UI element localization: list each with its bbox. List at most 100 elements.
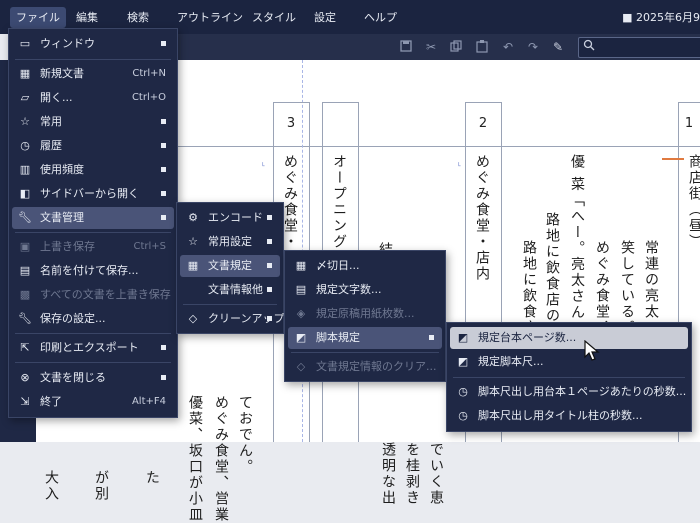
history-icon: ◷: [20, 139, 30, 152]
save-icon[interactable]: [398, 39, 414, 55]
wrench-icon: 🔧︎: [18, 312, 32, 325]
close-icon: ⊗: [20, 371, 30, 384]
menu-item-doc-rules[interactable]: ▦ 文書規定: [180, 255, 280, 277]
submenu-arrow: [161, 215, 166, 220]
caret-marker: [662, 158, 684, 160]
menu-settings[interactable]: 設定: [308, 7, 342, 28]
menu-separator: [15, 232, 171, 233]
counter-icon: ▤: [295, 283, 307, 296]
submenu-arrow: [161, 119, 166, 124]
menu-search[interactable]: 検索: [121, 7, 155, 28]
exit-icon: ⇲: [20, 395, 30, 408]
magnifier-icon: [583, 39, 595, 54]
menu-item-doc-management[interactable]: 🔧︎ 文書管理: [12, 207, 174, 229]
menu-item-exit[interactable]: ⇲ 終了 Alt+F4: [12, 391, 174, 413]
page-number: 2: [478, 116, 488, 131]
menu-item-deadline[interactable]: ▦ 〆切日...: [288, 255, 442, 277]
star-icon: ☆: [188, 235, 198, 248]
page-frame: [273, 102, 309, 103]
search-input[interactable]: [578, 37, 700, 58]
menu-item-favorites[interactable]: ☆ 常用: [12, 111, 174, 133]
menu-item-encode[interactable]: ⚙ エンコード: [180, 207, 280, 229]
wrench-icon: 🔧︎: [18, 211, 32, 224]
menu-separator: [15, 59, 171, 60]
menu-item-clear-rules[interactable]: ◇ 文書規定情報のクリア...: [288, 356, 442, 378]
clapper-icon: ◩: [457, 355, 469, 368]
menu-edit[interactable]: 編集: [70, 7, 104, 28]
script-line: 透明な出: [380, 442, 396, 506]
menu-item-save-settings[interactable]: 🔧︎ 保存の設定...: [12, 308, 174, 330]
menu-item-sidebar-open[interactable]: ◧ サイドバーから開く: [12, 183, 174, 205]
menu-outline[interactable]: アウトライン: [171, 7, 249, 28]
paste-icon[interactable]: [474, 39, 490, 55]
submenu-arrow: [267, 316, 272, 321]
menu-file[interactable]: ファイル: [10, 7, 66, 28]
undo-icon[interactable]: ↶: [500, 39, 516, 55]
menu-item-cleanup[interactable]: ◇ クリーンアップ: [180, 308, 285, 330]
menu-item-script-pages[interactable]: ◩ 規定台本ページ数...: [450, 327, 688, 349]
menu-item-history[interactable]: ◷ 履歴: [12, 135, 174, 157]
script-line: 常連の亮太: [643, 240, 659, 320]
doc-rules-menu: ▦ 〆切日... ▤ 規定文字数... ◈ 規定原稿用紙枚数... ◩ 脚本規定 ◇ 文書…: [284, 250, 446, 382]
submenu-arrow: [161, 167, 166, 172]
menu-item-doc-info[interactable]: 文書情報他: [180, 279, 280, 301]
calendar-icon: ▦: [295, 259, 307, 272]
menu-item-title-seconds[interactable]: ◷ 脚本尺出し用タイトル柱の秒数...: [450, 405, 688, 427]
menu-item-save[interactable]: ▣ 上書き保存 Ctrl+S: [12, 236, 174, 258]
script-line: ておでん。: [237, 395, 253, 475]
script-line: を桂剥き: [404, 442, 420, 506]
page-frame: [465, 102, 501, 103]
submenu-arrow: [267, 287, 272, 292]
cut-icon[interactable]: ✂: [423, 39, 439, 55]
format-icon[interactable]: ✎: [550, 39, 566, 55]
menu-item-script-rules[interactable]: ◩ 脚本規定: [288, 327, 442, 349]
menu-item-print-export[interactable]: ⇱ 印刷とエクスポート: [12, 337, 174, 359]
menu-item-open[interactable]: ▱ 開く... Ctrl+O: [12, 87, 174, 109]
script-line: めぐみ食堂、営業: [213, 395, 229, 523]
menu-item-save-all[interactable]: ▩ すべての文書を上書き保存: [12, 284, 174, 306]
star-icon: ☆: [20, 115, 30, 128]
script-line: 路地に飲食店の連: [544, 212, 560, 340]
menu-item-save-as[interactable]: ▤ 名前を付けて保存...: [12, 260, 174, 282]
redo-icon[interactable]: ↷: [525, 39, 541, 55]
menu-style[interactable]: スタイル: [246, 7, 302, 28]
doc-rule-icon: ▦: [187, 259, 199, 272]
submenu-arrow: [161, 191, 166, 196]
copy-icon[interactable]: [448, 39, 464, 55]
file-menu: ▭ ウィンドウ ▦ 新規文書 Ctrl+N ▱ 開く... Ctrl+O ☆ 常用 ◷ 履歴 …: [8, 28, 178, 418]
window-icon: ▭: [19, 37, 31, 50]
script-line: 大入: [43, 470, 59, 502]
doc-management-menu: ⚙ エンコード ☆ 常用設定 ▦ 文書規定 文書情報他 ◇ クリーンアップ: [176, 202, 284, 334]
menu-item-seconds-per-page[interactable]: ◷ 脚本尺出し用台本１ページあたりの秒数...: [450, 381, 688, 403]
menu-item-close-doc[interactable]: ⊗ 文書を閉じる: [12, 367, 174, 389]
clapper-icon: ◩: [295, 331, 307, 344]
menu-item-common-settings[interactable]: ☆ 常用設定: [180, 231, 280, 253]
clock-icon: ◷: [458, 385, 468, 398]
scene-heading: 商店街（昼）: [687, 154, 700, 250]
menu-separator: [453, 377, 685, 378]
page-number: 3: [286, 116, 296, 131]
mouse-cursor-icon: [584, 339, 600, 362]
script-rules-menu: ◩ 規定台本ページ数... ◩ 規定脚本尺... ◷ 脚本尺出し用台本１ページあたりの…: [446, 322, 692, 432]
menu-item-script-length[interactable]: ◩ 規定脚本尺...: [450, 351, 688, 373]
scene-heading: めぐみ食堂・店内: [474, 154, 490, 282]
folder-icon: ▱: [20, 91, 30, 104]
menu-separator: [15, 333, 171, 334]
menu-item-frequency[interactable]: ▥ 使用頻度: [12, 159, 174, 181]
menu-item-window[interactable]: ▭ ウィンドウ: [12, 33, 174, 55]
menu-item-new[interactable]: ▦ 新規文書 Ctrl+N: [12, 63, 174, 85]
frequency-icon: ▥: [19, 163, 31, 176]
eraser-icon: ◇: [188, 312, 198, 325]
paragraph-mark: ˪: [458, 159, 461, 169]
menu-item-page-count[interactable]: ◈ 規定原稿用紙枚数...: [288, 303, 442, 325]
menu-help[interactable]: ヘルプ: [358, 7, 403, 28]
page-frame: [678, 102, 700, 103]
save-icon: ▣: [19, 240, 31, 253]
save-as-icon: ▤: [19, 264, 31, 277]
script-line: た: [144, 470, 160, 486]
paragraph-mark: ˪: [262, 159, 265, 169]
date-display: ■ 2025年6月9: [622, 11, 700, 24]
menu-item-char-count[interactable]: ▤ 規定文字数...: [288, 279, 442, 301]
save-all-icon: ▩: [19, 288, 31, 301]
submenu-arrow: [161, 143, 166, 148]
